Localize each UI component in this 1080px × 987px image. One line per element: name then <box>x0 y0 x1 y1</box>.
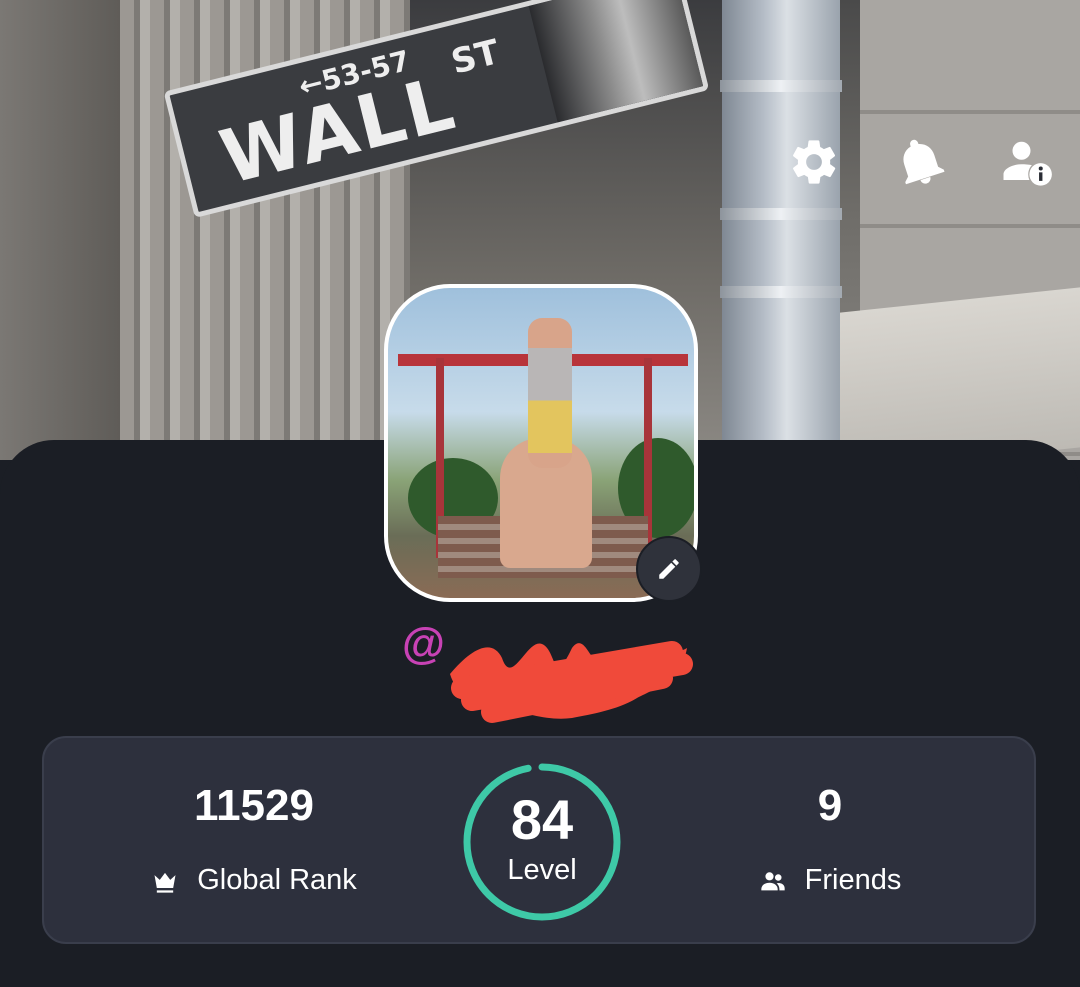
sign-suffix: ST <box>447 32 504 83</box>
friends-label-row: Friends <box>680 866 980 895</box>
bell-icon <box>903 139 945 185</box>
account-info-button[interactable] <box>996 132 1056 192</box>
awning <box>840 287 1080 460</box>
pole-band <box>720 286 842 298</box>
stats-card: 11529 Global Rank 84 Level 9 Friends <box>42 736 1036 944</box>
notifications-button[interactable] <box>890 132 950 192</box>
friends-value: 9 <box>817 781 843 830</box>
gear-icon <box>793 140 836 184</box>
people-icon <box>760 871 785 890</box>
settings-button[interactable] <box>784 132 844 192</box>
friends-label: Friends <box>804 864 902 896</box>
building-wall <box>0 0 120 460</box>
global-rank-value: 11529 <box>194 781 314 830</box>
pencil-icon <box>659 559 679 579</box>
global-rank-label-row: Global Rank <box>104 866 404 895</box>
pole-band <box>720 208 842 220</box>
username-redaction <box>450 641 693 723</box>
friends-stat[interactable]: 9 Friends <box>680 738 980 946</box>
level-indicator: 84 Level <box>460 760 624 924</box>
global-rank-stat[interactable]: 11529 Global Rank <box>104 738 404 946</box>
avatar-container <box>384 284 702 602</box>
edit-avatar-button[interactable] <box>636 536 702 602</box>
global-rank-label: Global Rank <box>197 864 357 896</box>
level-value: 84 <box>510 788 574 851</box>
user-info-icon <box>1003 141 1052 186</box>
pole-band <box>720 80 842 92</box>
street-pole <box>720 0 842 460</box>
header-actions <box>784 132 1056 192</box>
level-label: Level <box>507 854 577 886</box>
username: @ <box>402 618 702 723</box>
photo-child <box>528 318 572 468</box>
crown-icon <box>154 872 176 893</box>
